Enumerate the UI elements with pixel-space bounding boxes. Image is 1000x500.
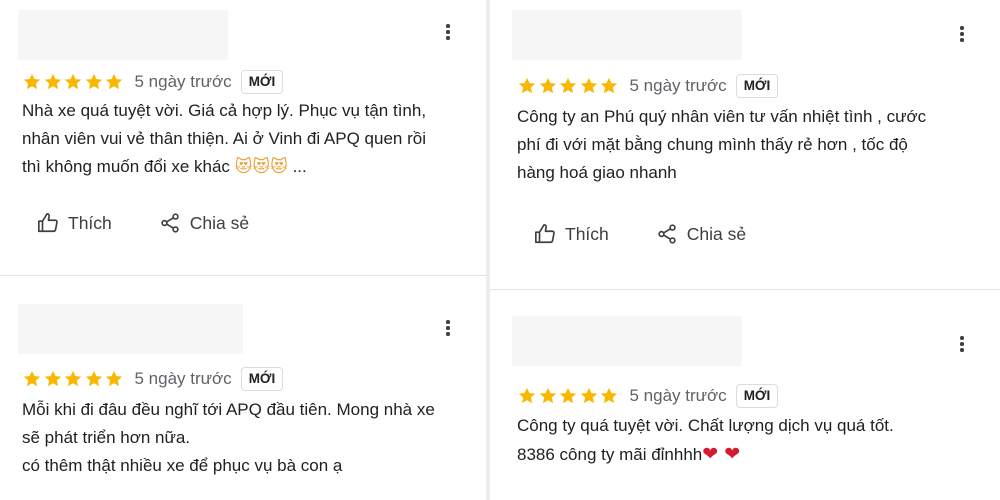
review-line: Công ty quá tuyệt vời. Chất lượng dịch v… <box>517 416 894 435</box>
star-icon <box>104 72 124 92</box>
share-label: Chia sẻ <box>189 212 250 233</box>
review-card: 5 ngày trước MỚI Công ty an Phú quý nhân… <box>490 0 1000 289</box>
reviewer-name-placeholder <box>18 10 228 60</box>
cat-emoji-icon: 😻😻😻 <box>234 157 288 177</box>
new-badge: MỚI <box>735 74 779 98</box>
reviewer-name-placeholder <box>512 316 742 366</box>
star-icon <box>558 386 578 406</box>
star-icon <box>599 76 619 96</box>
review-text: Công ty quá tuyệt vời. Chất lượng dịch v… <box>517 412 894 469</box>
review-card: 5 ngày trước MỚI Mỗi khi đi đâu đều nghĩ… <box>0 276 486 500</box>
star-rating <box>517 386 620 406</box>
star-icon <box>84 72 104 92</box>
review-date: 5 ngày trước <box>134 72 232 91</box>
review-line: Nhà xe quá tuyệt vời. Giá cả hợp lý. Phụ… <box>22 101 427 120</box>
star-rating <box>517 76 620 96</box>
star-icon <box>63 72 83 92</box>
share-label: Chia sẻ <box>686 223 747 244</box>
new-badge: MỚI <box>240 367 284 391</box>
review-date: 5 ngày trước <box>134 369 232 388</box>
review-date: 5 ngày trước <box>629 386 727 405</box>
share-icon <box>158 211 182 235</box>
review-line: nhân viên vui vẻ thân thiện. Ai ở Vinh đ… <box>22 129 426 148</box>
review-line: Công ty an Phú quý nhân viên tư vấn nhiệ… <box>517 107 927 126</box>
star-icon <box>22 72 42 92</box>
rating-row: 5 ngày trước MỚI <box>22 367 284 391</box>
star-icon <box>84 369 104 389</box>
more-options-button[interactable] <box>438 316 458 340</box>
rating-row: 5 ngày trước MỚI <box>517 74 779 98</box>
star-icon <box>22 369 42 389</box>
thumb-up-icon <box>533 222 557 246</box>
like-button[interactable]: Thích <box>36 211 112 235</box>
like-label: Thích <box>565 223 609 244</box>
more-options-button[interactable] <box>952 22 972 46</box>
star-icon <box>517 76 537 96</box>
star-icon <box>579 386 599 406</box>
review-line: hàng hoá giao nhanh <box>517 163 677 182</box>
star-icon <box>538 76 558 96</box>
like-label: Thích <box>68 212 112 233</box>
review-actions: Thích Chia sẻ <box>36 211 249 235</box>
review-line: 8386 công ty mãi đỉnhhh <box>517 445 703 464</box>
share-button[interactable]: Chia sẻ <box>655 222 746 246</box>
star-rating <box>22 72 125 92</box>
new-badge: MỚI <box>735 384 779 408</box>
reviewer-name-placeholder <box>18 304 243 354</box>
share-icon <box>655 222 679 246</box>
star-icon <box>43 72 63 92</box>
star-icon <box>63 369 83 389</box>
rating-row: 5 ngày trước MỚI <box>517 384 779 408</box>
reviewer-name-placeholder <box>512 10 742 60</box>
review-text: Mỗi khi đi đâu đều nghĩ tới APQ đầu tiên… <box>22 396 435 480</box>
thumb-up-icon <box>36 211 60 235</box>
star-icon <box>599 386 619 406</box>
new-badge: MỚI <box>240 70 284 94</box>
more-options-button[interactable] <box>952 332 972 356</box>
like-button[interactable]: Thích <box>533 222 609 246</box>
review-text: Nhà xe quá tuyệt vời. Giá cả hợp lý. Phụ… <box>22 97 426 181</box>
star-icon <box>538 386 558 406</box>
rating-row: 5 ngày trước MỚI <box>22 70 284 94</box>
review-date: 5 ngày trước <box>629 76 727 95</box>
review-actions: Thích Chia sẻ <box>533 222 746 246</box>
review-card: 5 ngày trước MỚI Nhà xe quá tuyệt vời. G… <box>0 0 486 275</box>
review-card: 5 ngày trước MỚI Công ty quá tuyệt vời. … <box>490 290 1000 500</box>
share-button[interactable]: Chia sẻ <box>158 211 249 235</box>
heart-icon: ❤ ❤ <box>702 443 741 465</box>
review-line: thì không muốn đổi xe khác <box>22 157 230 176</box>
star-icon <box>558 76 578 96</box>
star-icon <box>43 369 63 389</box>
more-text-link[interactable]: ... <box>293 157 307 176</box>
star-icon <box>517 386 537 406</box>
review-line: có thêm thật nhiều xe để phục vụ bà con … <box>22 456 343 475</box>
star-icon <box>104 369 124 389</box>
more-options-button[interactable] <box>438 20 458 44</box>
review-line: Mỗi khi đi đâu đều nghĩ tới APQ đầu tiên… <box>22 400 435 419</box>
review-line: phí đi với mặt bằng chung mình thấy rẻ h… <box>517 135 908 154</box>
star-rating <box>22 369 125 389</box>
star-icon <box>579 76 599 96</box>
review-text: Công ty an Phú quý nhân viên tư vấn nhiệ… <box>517 103 926 187</box>
review-line: sẽ phát triển hơn nữa. <box>22 428 191 447</box>
